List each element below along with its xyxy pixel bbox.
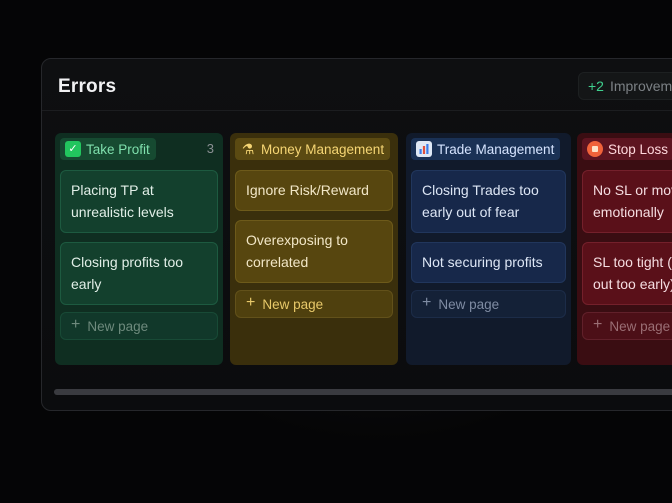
stop-icon xyxy=(587,141,603,157)
column-tag[interactable]: Stop Loss xyxy=(582,138,672,160)
card-title: Closing Trades too early out of fear xyxy=(422,182,539,220)
card[interactable]: Placing TP at unrealistic levels xyxy=(60,170,218,233)
check-icon: ✓ xyxy=(65,141,81,157)
column-header: ⚗ Money Management xyxy=(235,137,393,161)
card[interactable]: Ignore Risk/Reward xyxy=(235,170,393,211)
new-page-label: New page xyxy=(609,318,671,334)
new-page-label: New page xyxy=(262,296,324,312)
card-title: Closing profits too early xyxy=(71,254,184,292)
column-stop-loss: Stop Loss No SL or moving SL emotionally… xyxy=(577,133,672,365)
column-header: ✓ Take Profit 3 xyxy=(60,137,218,161)
board-window: Errors +2 Improvements ✓ Take Profit 3 P… xyxy=(41,58,672,411)
card-title: Not securing profits xyxy=(422,254,543,270)
plus-icon: + xyxy=(422,294,432,311)
column-header: Stop Loss xyxy=(582,137,672,161)
column-money-management: ⚗ Money Management Ignore Risk/Reward Ov… xyxy=(230,133,398,365)
plus-icon: + xyxy=(593,316,603,333)
bar-chart-icon xyxy=(416,141,432,157)
card[interactable]: Closing profits too early xyxy=(60,242,218,305)
column-count: 3 xyxy=(206,141,214,156)
column-title: Take Profit xyxy=(86,141,150,157)
column-header: Trade Management xyxy=(411,137,566,161)
card-title: SL too tight (stopped out too early) xyxy=(593,254,672,292)
new-page-label: New page xyxy=(87,318,149,334)
new-page-button[interactable]: + New page xyxy=(235,290,393,318)
plus-icon: + xyxy=(71,316,81,333)
improvements-badge[interactable]: +2 Improvements xyxy=(578,72,672,100)
new-page-button[interactable]: + New page xyxy=(411,290,566,318)
money-bag-icon: ⚗ xyxy=(241,141,255,157)
new-page-button[interactable]: + New page xyxy=(60,312,218,340)
card[interactable]: Overexposing to correlated xyxy=(235,220,393,283)
page-header: Errors +2 Improvements xyxy=(42,59,672,111)
column-tag[interactable]: ✓ Take Profit xyxy=(60,138,156,160)
column-trade-management: Trade Management Closing Trades too earl… xyxy=(406,133,571,365)
horizontal-scrollbar[interactable] xyxy=(54,389,672,395)
improvements-label: Improvements xyxy=(609,78,672,94)
card-title: Placing TP at unrealistic levels xyxy=(71,182,174,220)
card-title: No SL or moving SL emotionally xyxy=(593,182,672,220)
new-page-button[interactable]: + New page xyxy=(582,312,672,340)
plus-icon: + xyxy=(246,294,256,311)
column-title: Stop Loss xyxy=(608,141,669,157)
page-title: Errors xyxy=(58,76,117,97)
card-title: Ignore Risk/Reward xyxy=(246,182,369,198)
card-title: Overexposing to correlated xyxy=(246,232,348,270)
card[interactable]: SL too tight (stopped out too early) xyxy=(582,242,672,305)
column-title: Trade Management xyxy=(437,141,555,157)
column-tag[interactable]: ⚗ Money Management xyxy=(235,138,391,160)
column-take-profit: ✓ Take Profit 3 Placing TP at unrealisti… xyxy=(55,133,223,365)
column-tag[interactable]: Trade Management xyxy=(411,138,561,160)
scrollbar-thumb[interactable] xyxy=(54,389,672,395)
improvements-count: +2 xyxy=(588,78,604,94)
card[interactable]: Closing Trades too early out of fear xyxy=(411,170,566,233)
column-title: Money Management xyxy=(261,141,385,157)
card[interactable]: Not securing profits xyxy=(411,242,566,283)
new-page-label: New page xyxy=(438,296,500,312)
card[interactable]: No SL or moving SL emotionally xyxy=(582,170,672,233)
